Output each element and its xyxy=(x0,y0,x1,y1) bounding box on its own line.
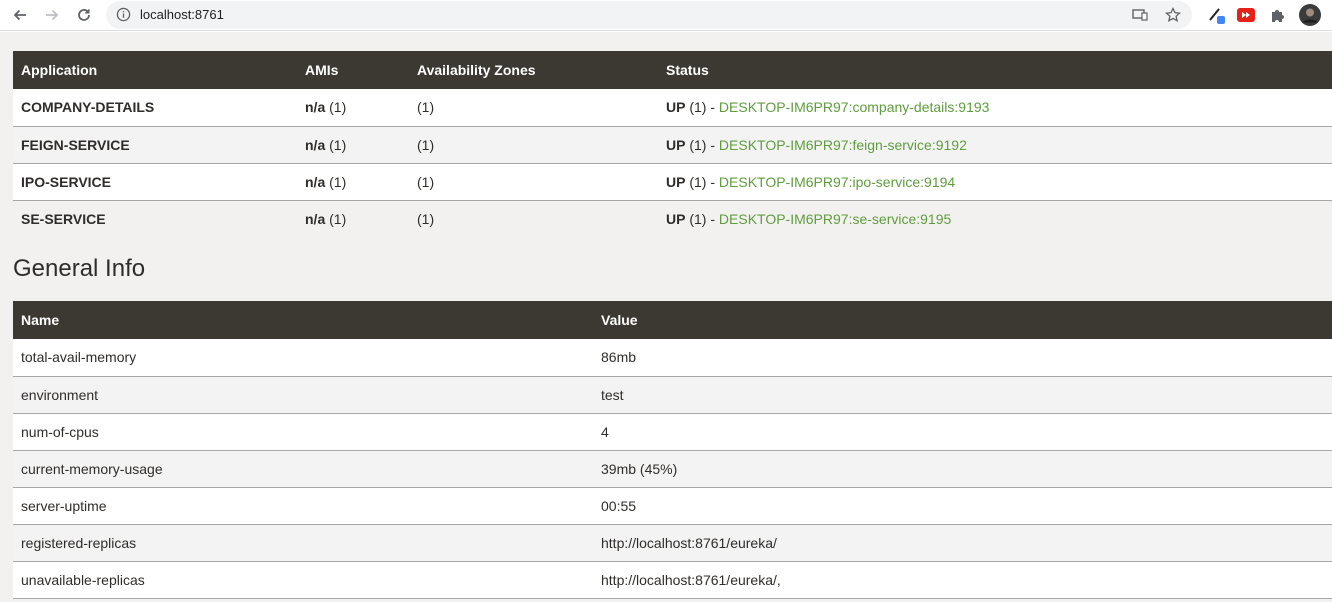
info-value: 4 xyxy=(593,413,1332,451)
amis-na: n/a xyxy=(305,136,326,153)
info-name: registered-replicas xyxy=(13,524,593,562)
info-name: unavailable-replicas xyxy=(13,561,593,599)
table-row: IPO-SERVICE n/a (1) (1) UP (1) - DESKTOP-IM… xyxy=(13,163,1332,201)
info-value: http://localhost:8761/eureka/ xyxy=(593,524,1332,562)
eureka-page: Application AMIs Availability Zones Stat… xyxy=(0,32,1332,602)
table-row: registered-replicas http://localhost:8761… xyxy=(13,524,1332,562)
status-count: (1) - xyxy=(685,210,719,227)
application-name: SE-SERVICE xyxy=(13,200,297,237)
status-cell: UP (1) - DESKTOP-IM6PR97:se-service:9195 xyxy=(658,200,1332,237)
table-row: unavailable-replicas http://localhost:876… xyxy=(13,561,1332,599)
amis-cell: n/a (1) xyxy=(297,126,409,164)
browser-toolbar: localhost:8761 xyxy=(0,0,1332,31)
col-amis: AMIs xyxy=(297,51,409,89)
info-name: total-avail-memory xyxy=(13,339,593,377)
col-application: Application xyxy=(13,51,297,89)
status-cell: UP (1) - DESKTOP-IM6PR97:company-details… xyxy=(658,89,1332,127)
info-value: 86mb xyxy=(593,339,1332,377)
table-row: environment test xyxy=(13,376,1332,414)
status-cell: UP (1) - DESKTOP-IM6PR97:feign-service:9… xyxy=(658,126,1332,164)
puzzle-extensions-icon[interactable] xyxy=(1267,4,1289,26)
forward-arrow-icon[interactable] xyxy=(40,4,64,26)
instance-link[interactable]: DESKTOP-IM6PR97:company-details:9193 xyxy=(719,99,990,115)
address-bar[interactable]: localhost:8761 xyxy=(106,1,1192,29)
registered-instances-table: Application AMIs Availability Zones Stat… xyxy=(13,51,1332,237)
info-value: http://localhost:8761/eureka/, xyxy=(593,561,1332,599)
bookmark-star-icon[interactable] xyxy=(1163,6,1183,24)
amis-cell: n/a (1) xyxy=(297,89,409,127)
table-row: FEIGN-SERVICE n/a (1) (1) UP (1) - DESKTOP-… xyxy=(13,126,1332,164)
instance-link[interactable]: DESKTOP-IM6PR97:ipo-service:9194 xyxy=(719,174,955,190)
table-row: total-avail-memory 86mb xyxy=(13,339,1332,377)
amis-cell: n/a (1) xyxy=(297,200,409,237)
eyedropper-extension-icon[interactable] xyxy=(1205,4,1227,26)
reload-icon[interactable] xyxy=(72,4,96,26)
application-name: FEIGN-SERVICE xyxy=(13,126,297,164)
back-arrow-icon[interactable] xyxy=(8,4,32,26)
info-name: current-memory-usage xyxy=(13,450,593,488)
col-availability-zones: Availability Zones xyxy=(409,51,658,89)
youtube-extension-icon[interactable] xyxy=(1235,4,1257,26)
application-name: COMPANY-DETAILS xyxy=(13,89,297,127)
instance-link[interactable]: DESKTOP-IM6PR97:feign-service:9192 xyxy=(719,137,967,153)
table-row: SE-SERVICE n/a (1) (1) UP (1) - DESKTOP-IM6… xyxy=(13,200,1332,237)
amis-count: (1) xyxy=(325,210,347,227)
amis-count: (1) xyxy=(325,136,347,153)
table-row: num-of-cpus 4 xyxy=(13,413,1332,451)
instance-link[interactable]: DESKTOP-IM6PR97:se-service:9195 xyxy=(719,211,951,227)
status-cell: UP (1) - DESKTOP-IM6PR97:ipo-service:919… xyxy=(658,163,1332,201)
col-value: Value xyxy=(593,301,1332,339)
info-value: test xyxy=(593,376,1332,414)
amis-cell: n/a (1) xyxy=(297,163,409,201)
table-header-row: Application AMIs Availability Zones Stat… xyxy=(13,51,1332,89)
status-up: UP xyxy=(666,99,686,116)
status-count: (1) - xyxy=(685,99,719,116)
availability-zones-cell: (1) xyxy=(409,89,658,127)
status-count: (1) - xyxy=(685,173,719,190)
col-name: Name xyxy=(13,301,593,339)
status-count: (1) - xyxy=(685,136,719,153)
info-value: 39mb (45%) xyxy=(593,450,1332,488)
profile-avatar[interactable] xyxy=(1299,4,1321,26)
info-name: num-of-cpus xyxy=(13,413,593,451)
general-info-table: Name Value total-avail-memory 86mb environ… xyxy=(13,301,1332,599)
table-row: current-memory-usage 39mb (45%) xyxy=(13,450,1332,488)
status-up: UP xyxy=(666,210,686,227)
amis-count: (1) xyxy=(325,173,347,190)
status-up: UP xyxy=(666,173,686,190)
amis-na: n/a xyxy=(305,173,326,190)
amis-na: n/a xyxy=(305,210,326,227)
amis-na: n/a xyxy=(305,99,326,116)
general-info-title: General Info xyxy=(13,255,146,282)
cast-icon[interactable] xyxy=(1130,6,1150,24)
info-value: 00:55 xyxy=(593,487,1332,525)
info-name: server-uptime xyxy=(13,487,593,525)
url-text[interactable]: localhost:8761 xyxy=(140,7,224,22)
status-up: UP xyxy=(666,136,686,153)
application-name: IPO-SERVICE xyxy=(13,163,297,201)
info-name: environment xyxy=(13,376,593,414)
amis-count: (1) xyxy=(325,99,347,116)
availability-zones-cell: (1) xyxy=(409,200,658,237)
col-status: Status xyxy=(658,51,1332,89)
availability-zones-cell: (1) xyxy=(409,126,658,164)
table-header-row: Name Value xyxy=(13,301,1332,339)
table-row: server-uptime 00:55 xyxy=(13,487,1332,525)
info-icon[interactable] xyxy=(116,7,131,27)
table-row: COMPANY-DETAILS n/a (1) (1) UP (1) - DESKTO… xyxy=(13,89,1332,127)
availability-zones-cell: (1) xyxy=(409,163,658,201)
